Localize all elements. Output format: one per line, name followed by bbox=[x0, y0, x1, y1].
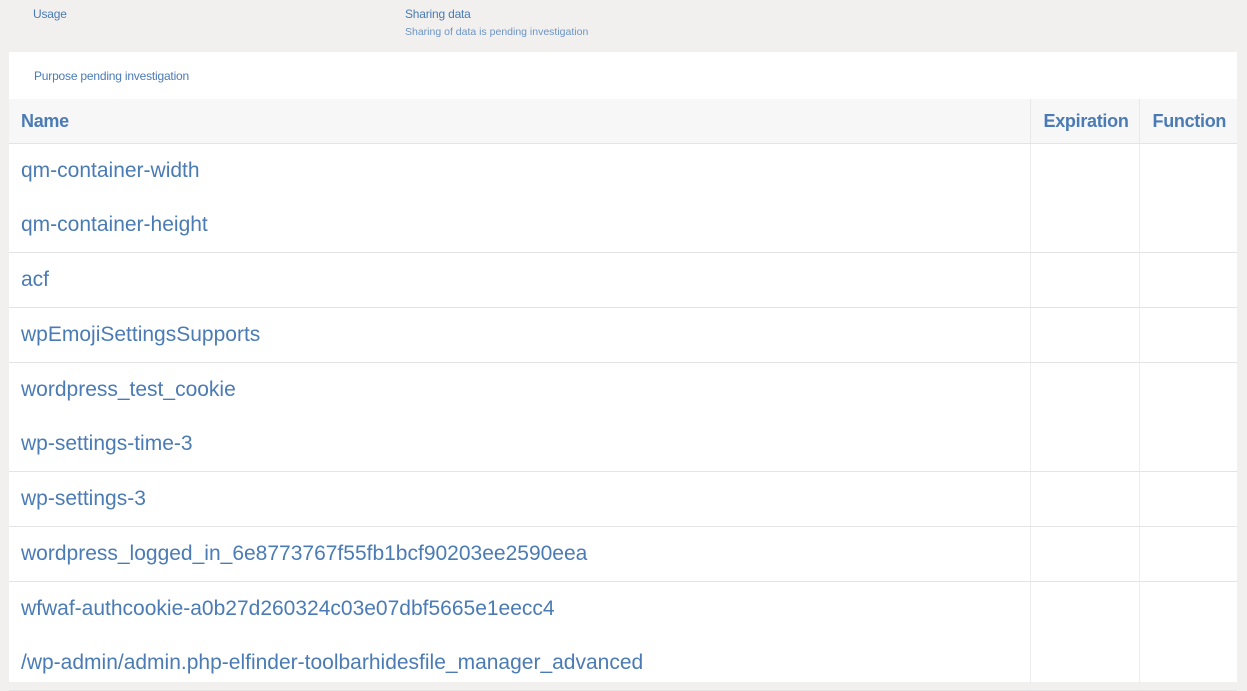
cookie-name: acf bbox=[21, 268, 50, 291]
function-cell bbox=[1138, 362, 1237, 472]
function-cell bbox=[1138, 471, 1237, 527]
top-info-bar: Usage Sharing data Sharing of data is pe… bbox=[0, 0, 1247, 52]
purpose-label: Purpose pending investigation bbox=[34, 69, 189, 83]
cookie-name: wordpress_logged_in_6e8773767f55fb1bcf90… bbox=[21, 542, 588, 565]
table-row: wfwaf-authcookie-a0b27d260324c03e07dbf56… bbox=[9, 581, 1237, 691]
sharing-column: Sharing data Sharing of data is pending … bbox=[405, 7, 588, 38]
expiration-cell bbox=[1029, 252, 1139, 308]
function-cell bbox=[1138, 307, 1237, 363]
cookie-name: wp-settings-time-3 bbox=[21, 432, 193, 455]
sharing-data-status: Sharing of data is pending investigation bbox=[405, 26, 589, 38]
column-header-expiration: Expiration bbox=[1029, 99, 1139, 144]
function-cell bbox=[1138, 581, 1237, 691]
cookie-name-cell: wp-settings-3 bbox=[9, 471, 1030, 527]
function-cell bbox=[1138, 252, 1237, 308]
expiration-cell bbox=[1029, 581, 1139, 691]
cookie-name: qm-container-width bbox=[21, 159, 200, 182]
cookie-name-cell: wordpress_logged_in_6e8773767f55fb1bcf90… bbox=[9, 526, 1030, 582]
cookie-name: wfwaf-authcookie-a0b27d260324c03e07dbf56… bbox=[21, 597, 555, 620]
cookie-table-wrapper: Name Expiration Function qm-container-wi… bbox=[9, 99, 1237, 691]
cookie-name: wordpress_test_cookie bbox=[21, 378, 236, 401]
cookie-name: wp-settings-3 bbox=[21, 487, 146, 510]
table-row: wordpress_test_cookie wp-settings-time-3 bbox=[9, 362, 1237, 472]
cookie-table: Name Expiration Function qm-container-wi… bbox=[9, 99, 1237, 691]
expiration-cell bbox=[1029, 307, 1139, 363]
cookie-name-cell: wpEmojiSettingsSupports bbox=[9, 307, 1030, 363]
usage-column: Usage bbox=[33, 7, 67, 21]
table-row: wordpress_logged_in_6e8773767f55fb1bcf90… bbox=[9, 526, 1237, 582]
cookie-name: qm-container-height bbox=[21, 213, 208, 236]
cookie-name-cell: acf bbox=[9, 252, 1030, 308]
expiration-cell bbox=[1029, 362, 1139, 472]
expiration-cell bbox=[1029, 471, 1139, 527]
cookie-name-cell: wfwaf-authcookie-a0b27d260324c03e07dbf56… bbox=[9, 581, 1030, 691]
table-row: wpEmojiSettingsSupports bbox=[9, 307, 1237, 363]
cookie-name-cell: wordpress_test_cookie wp-settings-time-3 bbox=[9, 362, 1030, 472]
table-row: wp-settings-3 bbox=[9, 471, 1237, 527]
table-row: qm-container-width qm-container-height bbox=[9, 143, 1237, 253]
cookie-name-cell: qm-container-width qm-container-height bbox=[9, 143, 1030, 253]
column-header-function: Function bbox=[1138, 99, 1237, 144]
column-header-name: Name bbox=[9, 99, 1030, 144]
usage-label: Usage bbox=[33, 7, 67, 21]
function-cell bbox=[1138, 526, 1237, 582]
table-row: acf bbox=[9, 252, 1237, 308]
cookie-name: wpEmojiSettingsSupports bbox=[21, 323, 261, 346]
table-header-row: Name Expiration Function bbox=[9, 99, 1237, 144]
function-cell bbox=[1138, 143, 1237, 253]
expiration-cell bbox=[1029, 526, 1139, 582]
sharing-data-label: Sharing data bbox=[405, 7, 471, 21]
cookie-panel: Purpose pending investigation Name Expir… bbox=[9, 52, 1237, 691]
expiration-cell bbox=[1029, 143, 1139, 253]
